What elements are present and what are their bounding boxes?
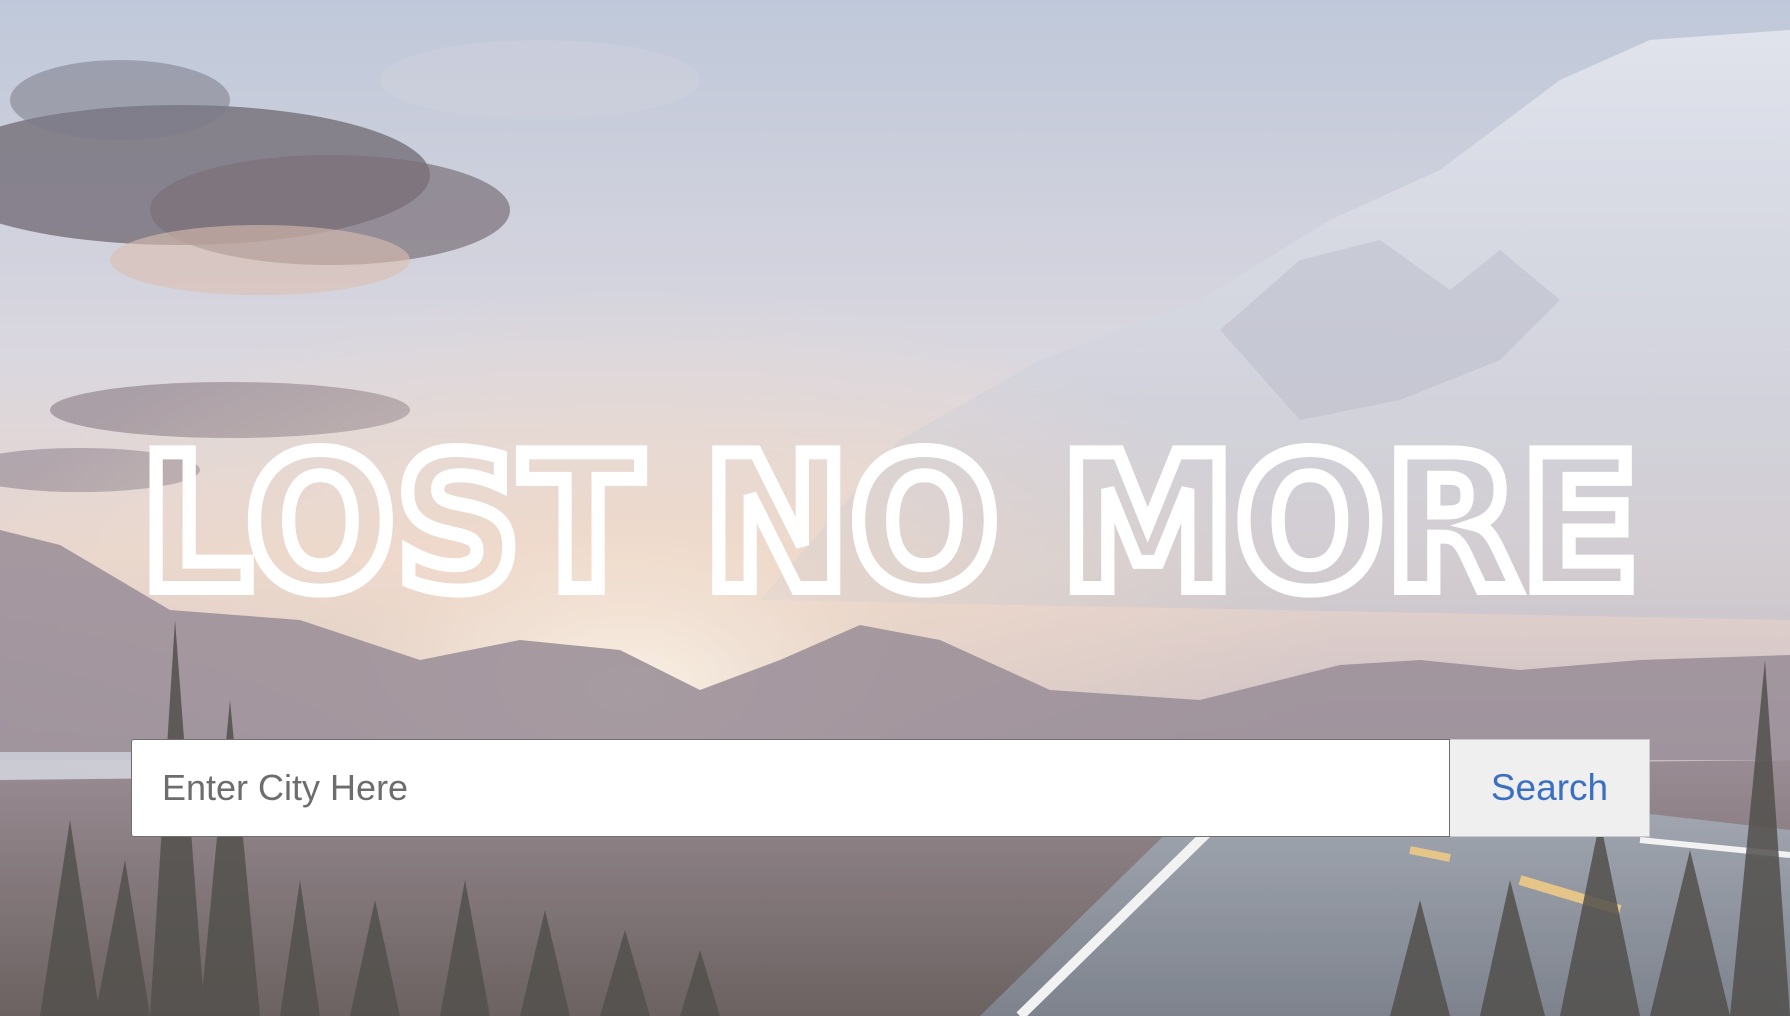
- hero-section: LOST NO MORE LOST NO MORE Search: [0, 0, 1790, 1016]
- search-button[interactable]: Search: [1450, 739, 1650, 837]
- page-title-inline: LOST NO MORE: [140, 415, 1640, 632]
- city-search-form: Search: [131, 739, 1650, 837]
- city-search-input[interactable]: [131, 739, 1450, 837]
- page-title: LOST NO MORE LOST NO MORE: [131, 408, 1650, 639]
